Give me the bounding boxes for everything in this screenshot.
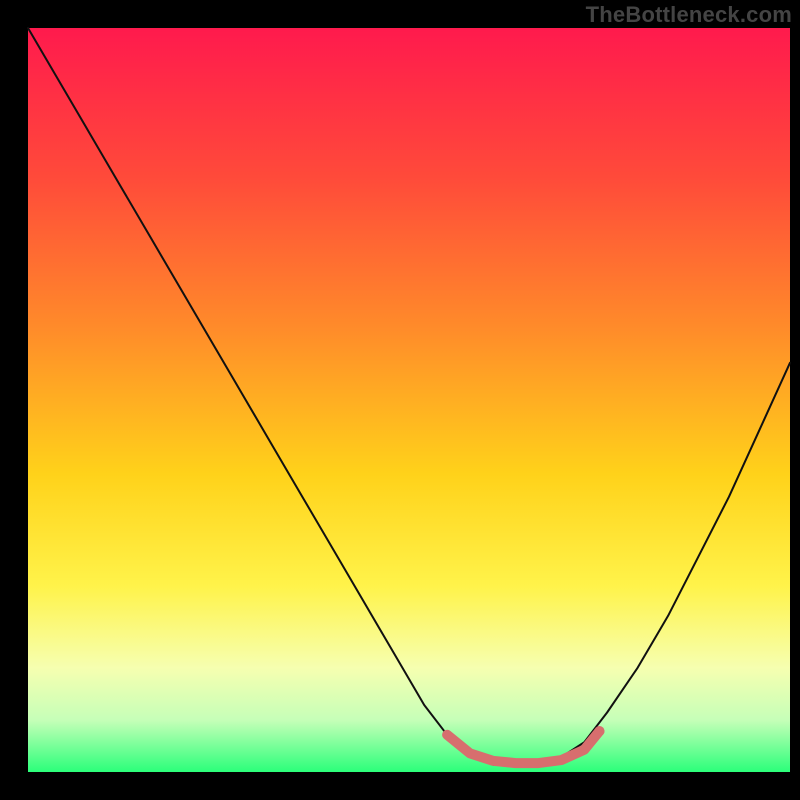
optimal-dot [595,726,605,736]
marker-group [595,726,605,736]
gradient-background [28,28,790,772]
bottleneck-chart [0,0,800,800]
chart-frame: TheBottleneck.com [0,0,800,800]
